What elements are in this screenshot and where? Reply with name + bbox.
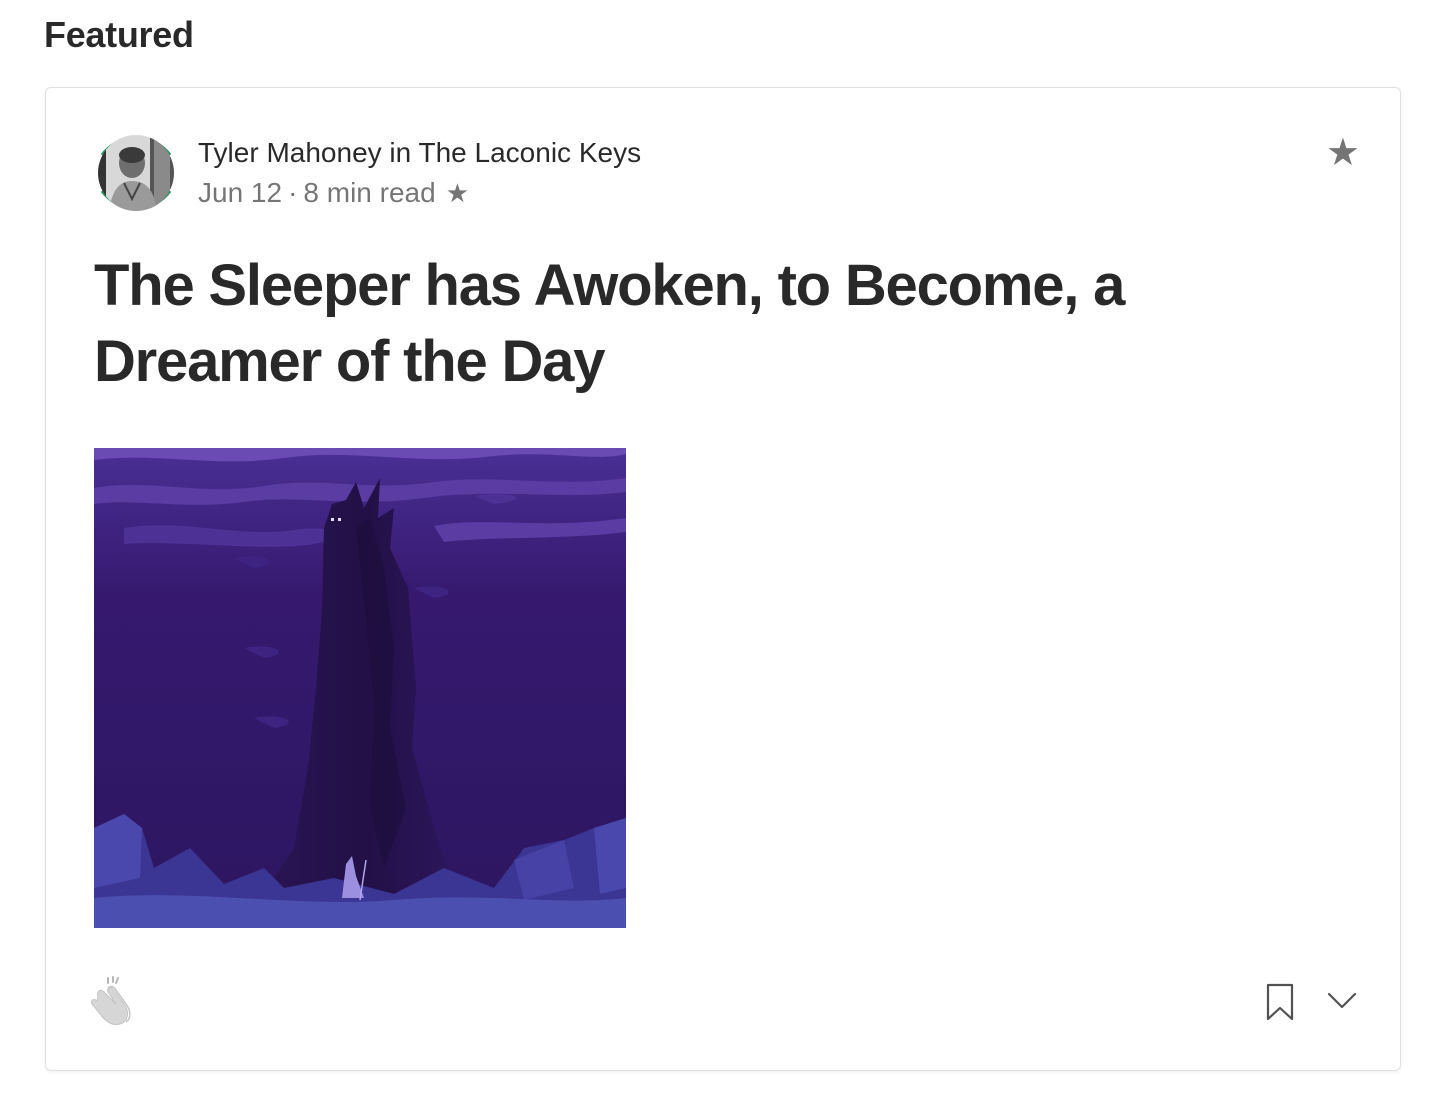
author-name-link[interactable]: Tyler Mahoney <box>198 137 382 168</box>
star-icon[interactable]: ★ <box>1326 132 1360 174</box>
bookmark-icon[interactable] <box>1264 982 1296 1022</box>
post-info: Jun 12 · 8 min read ★ <box>198 174 641 212</box>
byline-connector: in <box>389 137 412 168</box>
featured-post-card[interactable]: Tyler Mahoney in The Laconic Keys Jun 12… <box>45 87 1401 1071</box>
section-heading: Featured <box>44 14 194 55</box>
author-avatar[interactable] <box>88 125 184 221</box>
separator-dot: · <box>288 177 298 208</box>
byline: Tyler Mahoney in The Laconic Keys <box>198 134 641 172</box>
post-title[interactable]: The Sleeper has Awoken, to Become, a Dre… <box>94 248 1354 400</box>
member-star-icon: ★ <box>445 178 470 208</box>
post-hero-image[interactable] <box>94 448 626 928</box>
chevron-down-icon[interactable] <box>1326 988 1358 1014</box>
publication-link[interactable]: The Laconic Keys <box>419 137 642 168</box>
post-meta: Tyler Mahoney in The Laconic Keys Jun 12… <box>198 134 641 212</box>
read-time: 8 min read <box>303 177 436 208</box>
post-date: Jun 12 <box>198 177 283 208</box>
clap-icon[interactable] <box>86 974 140 1028</box>
